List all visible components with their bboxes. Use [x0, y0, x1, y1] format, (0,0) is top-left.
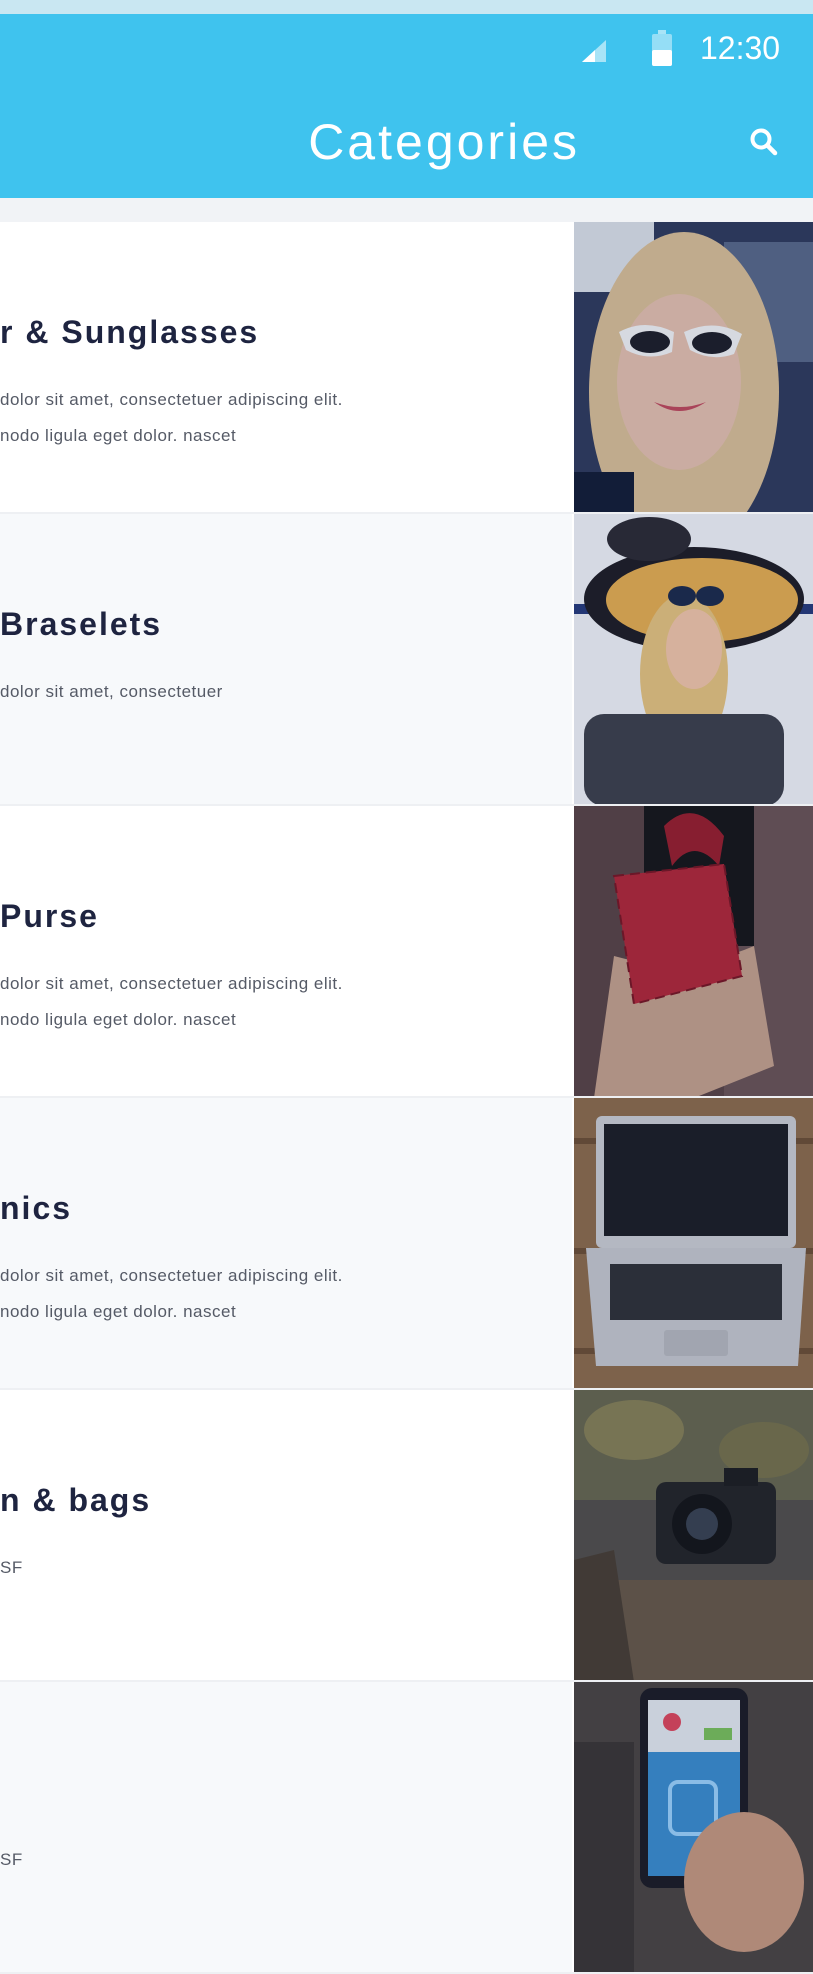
- category-thumbnail: [574, 1682, 813, 1972]
- search-icon[interactable]: [744, 122, 784, 162]
- category-list: r & Sunglasses dolor sit amet, consectet…: [0, 222, 813, 1974]
- category-thumbnail: [574, 1390, 813, 1680]
- category-title: r & Sunglasses: [0, 314, 260, 350]
- app-bar: 12:30 Categories: [0, 14, 813, 198]
- category-description: SF: [0, 1850, 23, 1869]
- category-description: dolor sit amet, consectetuer adipiscing …: [0, 974, 343, 1029]
- top-edge: [0, 0, 813, 14]
- category-title: n & bags: [0, 1482, 152, 1518]
- category-title: Braselets: [0, 606, 163, 642]
- signal-icon: [582, 40, 606, 62]
- list-top-spacer: [0, 198, 813, 222]
- category-title: nics: [0, 1190, 73, 1226]
- category-description: dolor sit amet, consectetuer adipiscing …: [0, 390, 343, 445]
- category-item[interactable]: Braselets dolor sit amet, consectetuer: [0, 514, 813, 806]
- battery-icon: [652, 30, 672, 66]
- category-description: SF: [0, 1558, 23, 1577]
- category-item[interactable]: SF: [0, 1682, 813, 1974]
- category-item[interactable]: n & bags SF: [0, 1390, 813, 1682]
- category-item[interactable]: r & Sunglasses dolor sit amet, consectet…: [0, 222, 813, 514]
- category-thumbnail: [574, 1098, 813, 1388]
- category-thumbnail: [574, 806, 813, 1096]
- category-description: dolor sit amet, consectetuer adipiscing …: [0, 1266, 343, 1321]
- category-item[interactable]: nics dolor sit amet, consectetuer adipis…: [0, 1098, 813, 1390]
- category-title: Purse: [0, 898, 99, 934]
- status-time: 12:30: [700, 30, 781, 66]
- category-item[interactable]: Purse dolor sit amet, consectetuer adipi…: [0, 806, 813, 1098]
- page-title: Categories: [308, 114, 580, 170]
- category-thumbnail: [574, 514, 813, 804]
- category-thumbnail: [574, 222, 813, 512]
- status-bar: 12:30: [0, 14, 813, 78]
- category-description: dolor sit amet, consectetuer: [0, 682, 223, 701]
